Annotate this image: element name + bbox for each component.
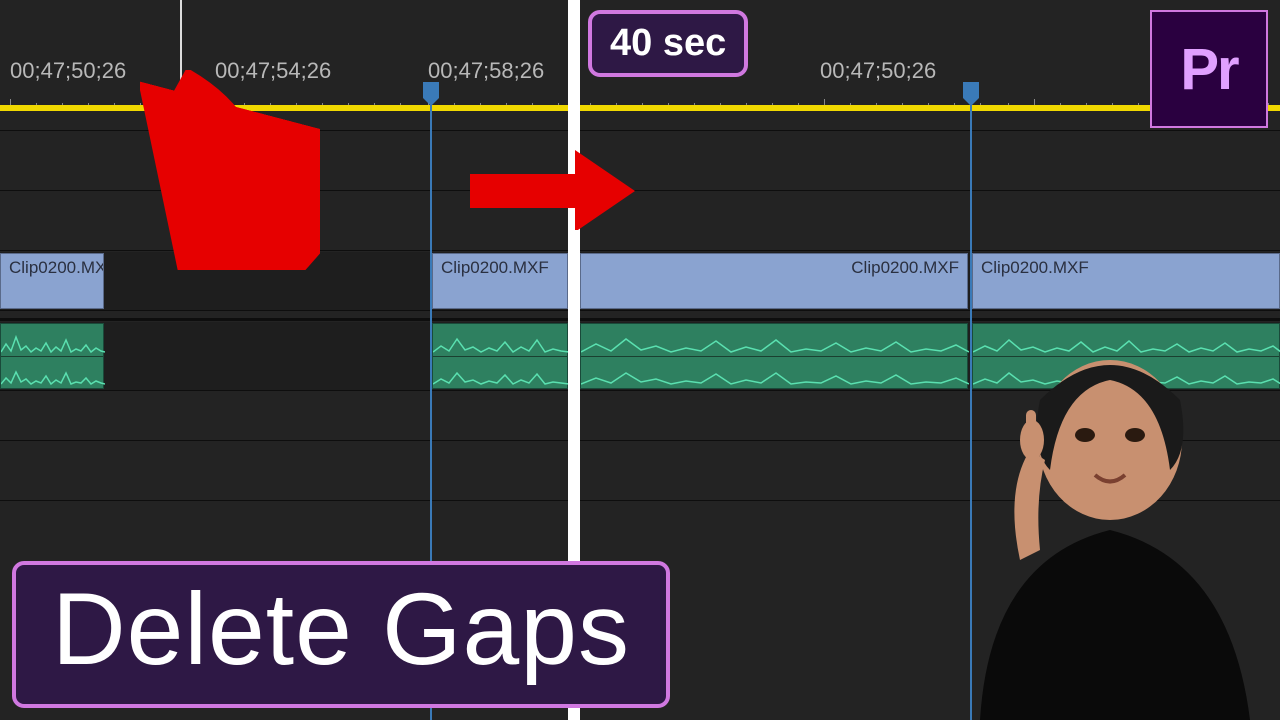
video-clip[interactable]: Clip0200.MXF: [0, 253, 104, 309]
audio-track[interactable]: [0, 322, 568, 390]
presenter-image: [920, 340, 1260, 720]
audio-clip[interactable]: [0, 323, 104, 389]
app-abbr: Pr: [1180, 36, 1237, 103]
audio-clip[interactable]: [580, 323, 968, 389]
title-text: Delete Gaps: [52, 572, 630, 686]
clip-label: Clip0200.MXF: [433, 254, 567, 282]
clip-label: Clip0200.MXF: [1, 254, 103, 282]
video-track[interactable]: Clip0200.MXF Clip0200.MXF: [580, 252, 1280, 310]
video-clip[interactable]: Clip0200.MXF: [432, 253, 568, 309]
timecode-label: 00;47;50;26: [820, 58, 936, 84]
audio-clip[interactable]: [432, 323, 568, 389]
clip-label: Clip0200.MXF: [973, 254, 1279, 282]
playhead-marker-icon[interactable]: [963, 82, 979, 98]
premiere-app-icon: Pr: [1150, 10, 1268, 128]
playhead-marker-icon[interactable]: [423, 82, 439, 98]
duration-text: 40 sec: [610, 22, 726, 64]
video-clip[interactable]: Clip0200.MXF: [972, 253, 1280, 309]
callout-arrow-icon: [140, 70, 320, 270]
clip-label: Clip0200.MXF: [581, 254, 967, 282]
timecode-label: 00;47;50;26: [10, 58, 126, 84]
duration-badge: 40 sec: [588, 10, 748, 77]
transition-arrow-icon: [470, 150, 640, 230]
title-badge: Delete Gaps: [12, 561, 670, 708]
video-clip[interactable]: Clip0200.MXF: [580, 253, 968, 309]
timecode-label: 00;47;58;26: [428, 58, 544, 84]
